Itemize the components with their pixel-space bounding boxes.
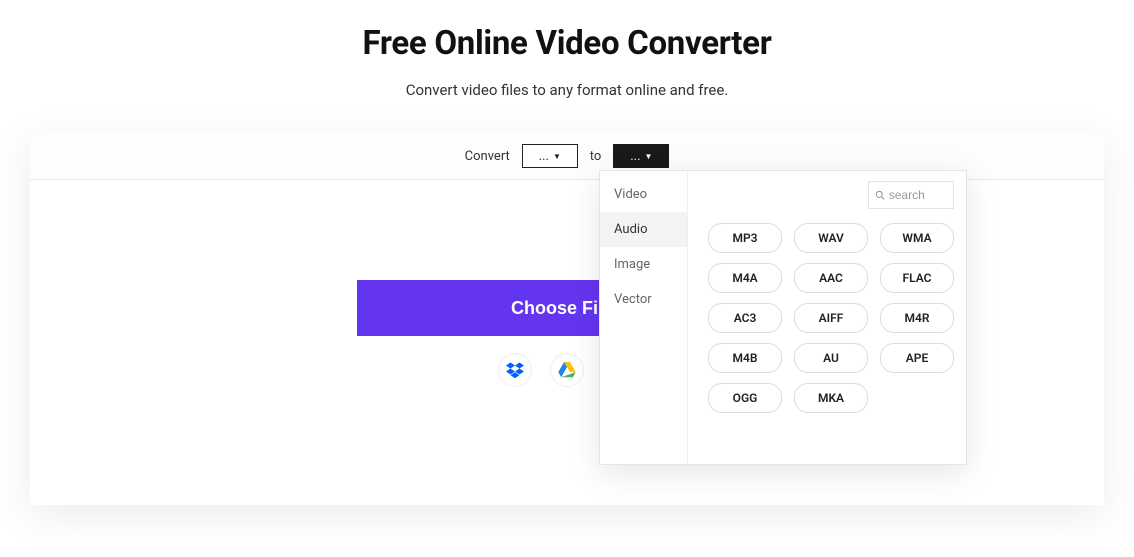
category-vector[interactable]: Vector — [600, 282, 687, 317]
from-format-value: ... — [539, 149, 549, 164]
convert-label: Convert — [465, 149, 510, 164]
format-wav[interactable]: WAV — [794, 223, 868, 253]
format-mp3[interactable]: MP3 — [708, 223, 782, 253]
category-list: Video Audio Image Vector — [600, 171, 688, 464]
format-mka[interactable]: MKA — [794, 383, 868, 413]
chevron-down-icon: ▼ — [553, 152, 561, 161]
format-panel: MP3 WAV WMA M4A AAC FLAC AC3 AIFF M4R M4… — [688, 171, 966, 464]
format-wma[interactable]: WMA — [880, 223, 954, 253]
to-format-select[interactable]: ... ▼ — [613, 144, 669, 168]
search-input[interactable] — [889, 188, 947, 202]
format-grid: MP3 WAV WMA M4A AAC FLAC AC3 AIFF M4R M4… — [708, 223, 954, 413]
from-format-select[interactable]: ... ▼ — [522, 144, 578, 168]
format-m4r[interactable]: M4R — [880, 303, 954, 333]
format-ac3[interactable]: AC3 — [708, 303, 782, 333]
format-au[interactable]: AU — [794, 343, 868, 373]
search-icon — [875, 189, 885, 201]
format-m4b[interactable]: M4B — [708, 343, 782, 373]
format-m4a[interactable]: M4A — [708, 263, 782, 293]
format-dropdown: Video Audio Image Vector MP3 WAV WMA M4A… — [599, 170, 967, 465]
category-image[interactable]: Image — [600, 247, 687, 282]
format-ogg[interactable]: OGG — [708, 383, 782, 413]
category-video[interactable]: Video — [600, 177, 687, 212]
chevron-down-icon: ▼ — [645, 152, 653, 161]
dropbox-button[interactable] — [498, 353, 532, 387]
format-aiff[interactable]: AIFF — [794, 303, 868, 333]
dropbox-icon — [506, 362, 524, 378]
google-drive-button[interactable] — [550, 353, 584, 387]
page-title: Free Online Video Converter — [0, 24, 1134, 63]
format-ape[interactable]: APE — [880, 343, 954, 373]
format-flac[interactable]: FLAC — [880, 263, 954, 293]
to-format-value: ... — [630, 149, 640, 164]
format-aac[interactable]: AAC — [794, 263, 868, 293]
to-label: to — [590, 149, 602, 164]
category-audio[interactable]: Audio — [600, 212, 687, 247]
search-box[interactable] — [868, 181, 954, 209]
google-drive-icon — [558, 362, 576, 378]
page-subtitle: Convert video files to any format online… — [0, 81, 1134, 99]
